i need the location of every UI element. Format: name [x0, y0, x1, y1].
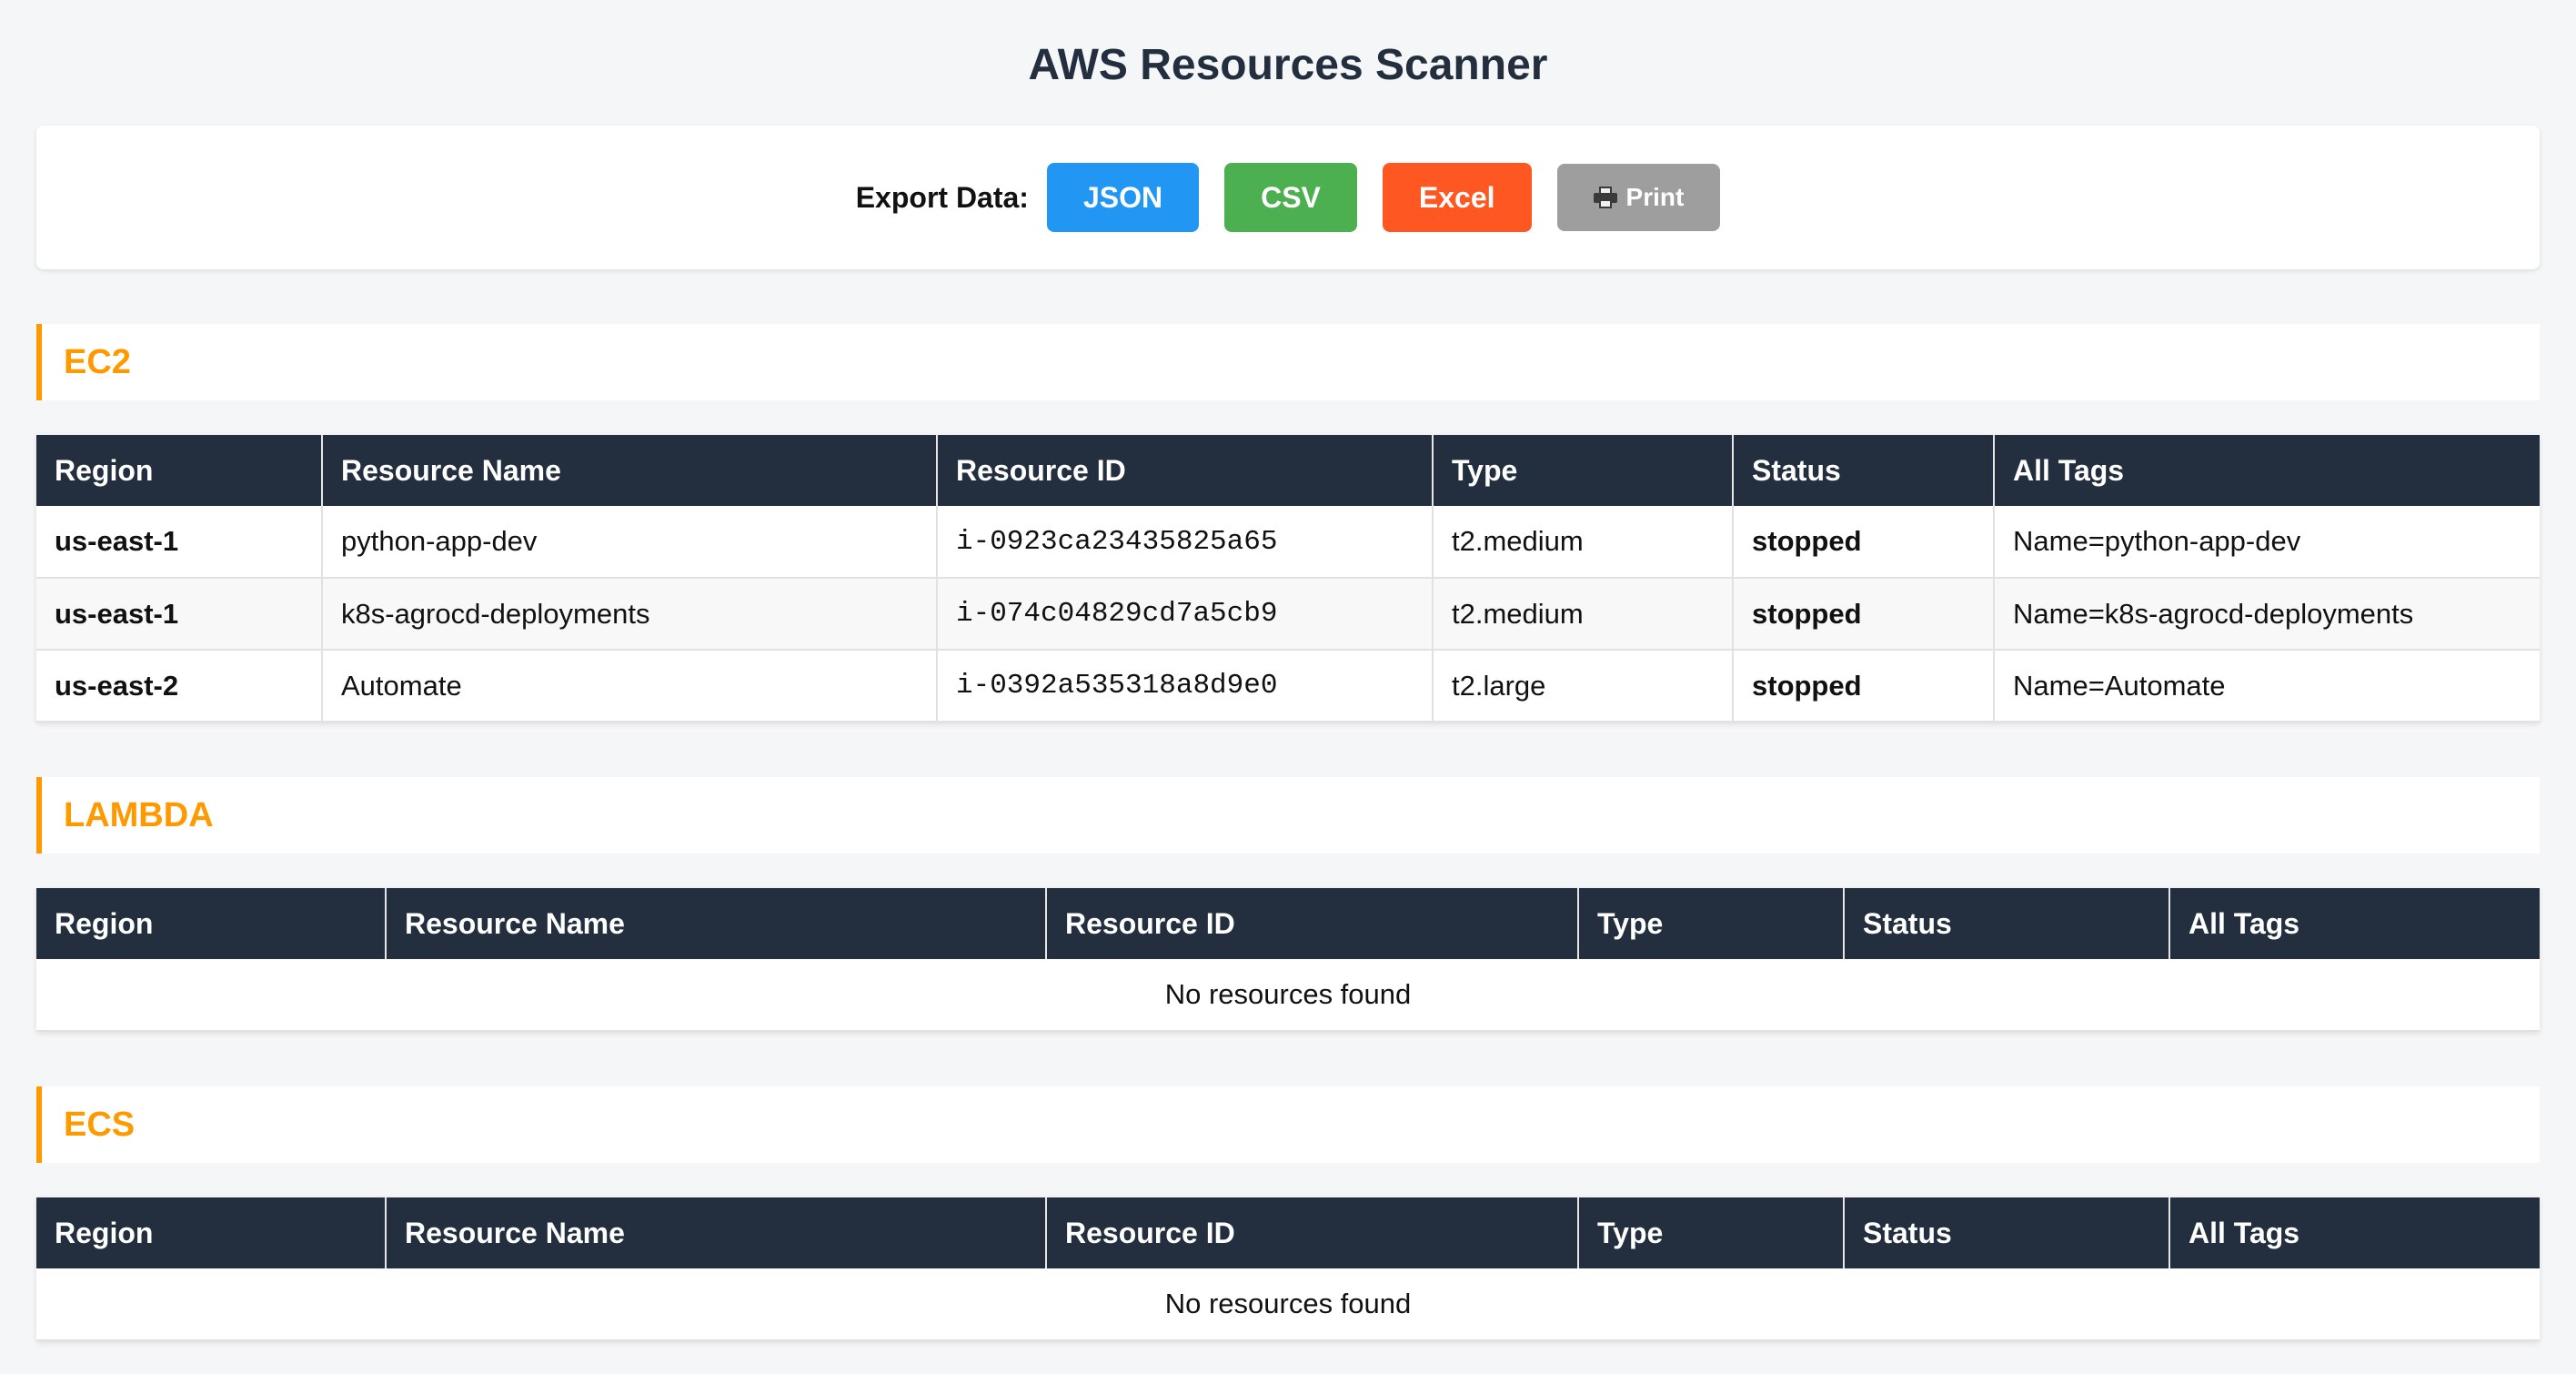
export-excel-button[interactable]: Excel — [1382, 163, 1532, 232]
cell-status: stopped — [1733, 650, 1995, 722]
cell-resource-id: i-0392a535318a8d9e0 — [937, 650, 1434, 722]
column-header-region[interactable]: Region — [36, 435, 323, 506]
print-button[interactable]: Print — [1556, 164, 1721, 231]
cell-resource-name: Automate — [322, 650, 938, 722]
column-header-type[interactable]: Type — [1578, 1197, 1845, 1268]
section-header-ec2: EC2 — [36, 324, 2540, 400]
section-header-lambda: LAMBDA — [36, 777, 2540, 854]
print-button-label: Print — [1625, 183, 1685, 211]
empty-message: No resources found — [36, 959, 2540, 1032]
column-header-resource-id[interactable]: Resource ID — [1046, 1197, 1579, 1268]
cell-resource-name: python-app-dev — [322, 506, 938, 579]
page-title: AWS Resources Scanner — [1028, 41, 1548, 89]
cell-type: t2.large — [1433, 650, 1734, 722]
column-header-all-tags[interactable]: All Tags — [2169, 888, 2540, 959]
cell-status: stopped — [1733, 578, 1995, 651]
table-row: us-east-1 k8s-agrocd-deployments i-074c0… — [36, 578, 2540, 651]
column-header-region[interactable]: Region — [36, 888, 387, 959]
table-row: us-east-1 python-app-dev i-0923ca2343582… — [36, 506, 2540, 579]
column-header-status[interactable]: Status — [1844, 888, 2170, 959]
cell-tags: Name=python-app-dev — [1994, 506, 2540, 579]
cell-type: t2.medium — [1433, 578, 1734, 651]
column-header-type[interactable]: Type — [1578, 888, 1845, 959]
column-header-status[interactable]: Status — [1844, 1197, 2170, 1268]
column-header-region[interactable]: Region — [36, 1197, 387, 1268]
lambda-table: Region Resource Name Resource ID Type St… — [36, 888, 2540, 1032]
empty-message: No resources found — [36, 1268, 2540, 1341]
column-header-resource-name[interactable]: Resource Name — [386, 1197, 1047, 1268]
column-header-resource-name[interactable]: Resource Name — [322, 435, 938, 506]
ec2-table: Region Resource Name Resource ID Type St… — [36, 435, 2540, 722]
cell-resource-id: i-0923ca23435825a65 — [937, 506, 1434, 579]
cell-tags: Name=Automate — [1994, 650, 2540, 722]
cell-status: stopped — [1733, 506, 1995, 579]
export-panel: Export Data: JSON CSV Excel Print — [36, 126, 2540, 269]
cell-region: us-east-2 — [36, 650, 323, 722]
section-header-ecs: ECS — [36, 1086, 2540, 1163]
column-header-all-tags[interactable]: All Tags — [1994, 435, 2540, 506]
export-label: Export Data: — [855, 180, 1029, 214]
cell-type: t2.medium — [1433, 506, 1734, 579]
empty-row: No resources found — [36, 959, 2540, 1032]
ecs-table: Region Resource Name Resource ID Type St… — [36, 1197, 2540, 1341]
table-header-row: Region Resource Name Resource ID Type St… — [36, 888, 2540, 959]
export-json-button[interactable]: JSON — [1046, 163, 1200, 232]
cell-resource-name: k8s-agrocd-deployments — [322, 578, 938, 651]
cell-tags: Name=k8s-agrocd-deployments — [1994, 578, 2540, 651]
cell-region: us-east-1 — [36, 506, 323, 579]
column-header-resource-id[interactable]: Resource ID — [1046, 888, 1579, 959]
column-header-resource-name[interactable]: Resource Name — [386, 888, 1047, 959]
column-header-resource-id[interactable]: Resource ID — [937, 435, 1434, 506]
export-csv-button[interactable]: CSV — [1224, 163, 1357, 232]
empty-row: No resources found — [36, 1268, 2540, 1341]
page: AWS Resources Scanner Export Data: JSON … — [0, 0, 2576, 1374]
printer-icon — [1593, 187, 1617, 208]
column-header-status[interactable]: Status — [1733, 435, 1995, 506]
table-header-row: Region Resource Name Resource ID Type St… — [36, 435, 2540, 506]
column-header-type[interactable]: Type — [1433, 435, 1734, 506]
cell-region: us-east-1 — [36, 578, 323, 651]
table-header-row: Region Resource Name Resource ID Type St… — [36, 1197, 2540, 1268]
column-header-all-tags[interactable]: All Tags — [2169, 1197, 2540, 1268]
table-row: us-east-2 Automate i-0392a535318a8d9e0 t… — [36, 650, 2540, 722]
cell-resource-id: i-074c04829cd7a5cb9 — [937, 578, 1434, 651]
